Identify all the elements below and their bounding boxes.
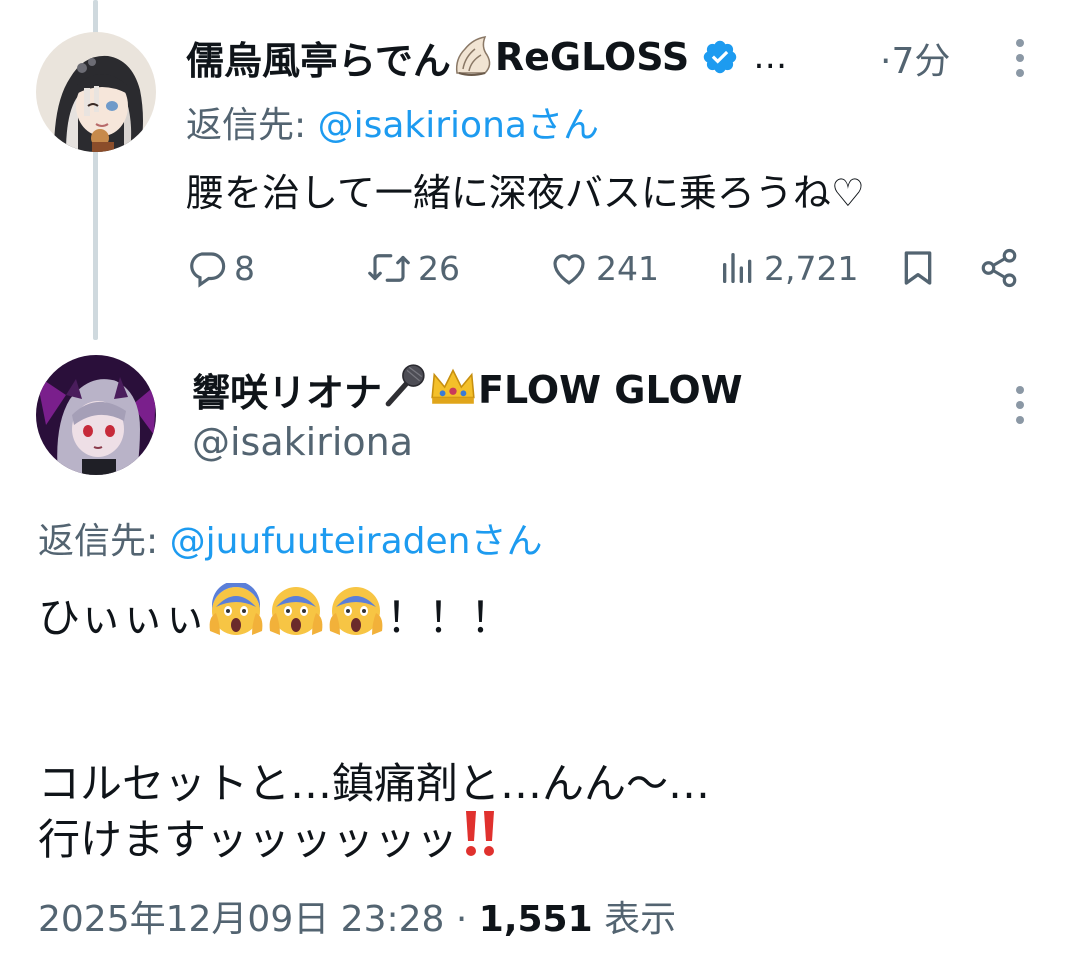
double-exclamation-emoji [458,805,502,875]
reply-post-text: 腰を治して一緒に深夜バスに乗ろうね♡ [186,171,865,215]
share-button[interactable] [978,244,1020,292]
reply-button[interactable]: 8 [186,244,255,292]
views-label: 表示 [592,899,677,940]
scream-emoji [206,581,266,653]
views-button[interactable]: 2,721 [718,244,858,292]
reply-count: 8 [234,248,255,288]
scream-emoji [266,583,326,653]
author-name[interactable]: 儒烏風亭らでん [186,30,451,85]
main-author-handle[interactable]: @isakiriona [192,420,413,464]
reply-to-line: 返信先: @isakirionaさん [186,96,599,148]
reply-to-prefix: 返信先: [38,521,170,562]
scream-emoji [326,583,386,653]
reply-post-actions: 8 26 241 2,721 [186,244,1036,292]
text-line-3: 行けますッッッッッッ [38,811,710,868]
line3-text: 行けますッッッッッッ [38,815,459,864]
share-icon [981,248,1017,288]
text-line-1: ひぃぃぃ ！！！ [38,581,710,646]
line1-text: ひぃぃぃ [38,593,207,642]
reply-icon [190,252,226,288]
microphone-emoji [382,362,428,417]
views-count: 2,721 [764,248,859,288]
author-name-prefix: 響咲リオナ [192,371,383,415]
text-line-2: コルセットと…鎮痛剤と…んん〜… [38,759,711,808]
post-meta: 2025年12月09日 23:28 · 1,551 表示 [38,890,676,942]
reply-post-header: 儒烏風亭らでん ReGLOSS … [186,30,789,84]
avatar-raden[interactable] [36,32,156,152]
main-author-name[interactable]: 響咲リオナ FLOW GLOW [192,362,743,417]
relative-time[interactable]: ·7分 [880,32,950,84]
bookmark-icon [904,251,932,285]
like-icon [553,254,585,285]
repost-button[interactable]: 26 [366,244,460,292]
shell-emoji [451,33,495,81]
main-reply-to-line: 返信先: @juufuuteiradenさん [38,512,542,564]
post-timestamp[interactable]: 2025年12月09日 23:28 · [38,899,479,940]
name-truncation: … [753,37,790,77]
main-post-text: ひぃぃぃ ！！！ コルセットと…鎮痛剤と…んん〜… 行けますッッッッッッ [38,581,711,868]
views-icon [723,253,752,283]
more-icon[interactable] [1008,38,1032,78]
reply-to-handle-link[interactable]: @juufuuteiradenさん [170,521,543,562]
like-button[interactable]: 241 [548,244,659,292]
avatar-riona[interactable] [36,355,156,475]
reply-to-prefix: 返信先: [186,105,318,146]
bookmark-button[interactable] [898,244,938,292]
repost-icon [368,254,410,282]
more-icon[interactable] [1008,385,1032,425]
reply-to-handle-link[interactable]: @isakirionaさん [318,105,599,146]
verified-badge-icon [701,38,739,76]
crown-emoji [428,362,478,417]
author-name-suffix: FLOW GLOW [478,367,743,412]
views-count: 1,551 [478,899,593,940]
like-count: 241 [596,248,659,288]
line1-suffix: ！！！ [386,593,513,642]
author-group[interactable]: ReGLOSS [495,35,689,79]
repost-count: 26 [418,248,460,288]
